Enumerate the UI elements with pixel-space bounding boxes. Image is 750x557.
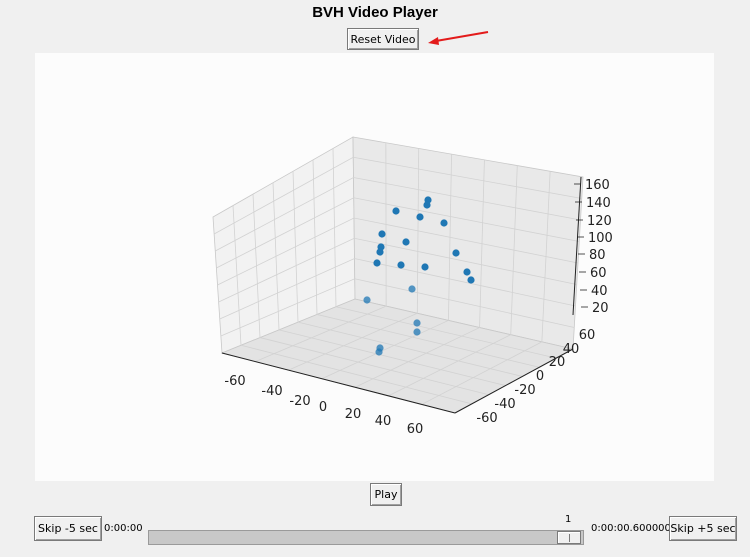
annotation-arrow-icon	[428, 31, 489, 45]
scatter-point	[363, 296, 371, 304]
z-tick-label: 80	[589, 248, 606, 263]
scatter-point	[463, 268, 471, 276]
scatter-point	[413, 319, 421, 327]
x-tick-label: 20	[345, 407, 362, 422]
y-tick-label: 0	[536, 369, 544, 384]
y-tick-label: -20	[514, 383, 535, 398]
plot-canvas[interactable]: -60 -40 -20 0 20 40 60 -60 -40 -20 0 20 40 60 20 40 60 80…	[35, 53, 714, 481]
scatter-point	[408, 285, 416, 293]
z-tick-label: 60	[590, 266, 607, 281]
scatter-point	[402, 238, 410, 246]
scatter-point	[378, 230, 386, 238]
window-title: BVH Video Player	[312, 4, 438, 21]
scatter-point	[467, 276, 475, 284]
z-tick-label: 20	[592, 301, 609, 316]
scatter-point	[376, 248, 384, 256]
play-button[interactable]: Play	[370, 483, 402, 506]
z-tick-label: 140	[586, 196, 611, 211]
x-tick-label: 0	[319, 400, 327, 415]
timeline-slider[interactable]	[148, 530, 584, 545]
scatter-point	[440, 219, 448, 227]
skip-back-button[interactable]: Skip -5 sec	[34, 516, 102, 541]
z-tick-label: 120	[587, 214, 612, 229]
reset-video-button[interactable]: Reset Video	[347, 28, 419, 50]
scatter-point	[375, 348, 383, 356]
scatter-point	[413, 328, 421, 336]
x-tick-label: -20	[289, 394, 310, 409]
z-tick-label: 160	[585, 178, 610, 193]
scatter-point	[416, 213, 424, 221]
scatter-point	[373, 259, 381, 267]
scatter-point	[452, 249, 460, 257]
y-tick-label: -60	[476, 411, 497, 426]
scatter-point	[397, 261, 405, 269]
axis-panes	[212, 136, 584, 414]
z-tick-label: 40	[591, 284, 608, 299]
y-tick-label: -40	[494, 397, 515, 412]
x-tick-label: 40	[375, 414, 392, 429]
time-end-label: 0:00:00.600000	[591, 523, 671, 534]
scatter-3d-plot: -60-40-20 0 20 4060-60-40-20020406020406080…	[212, 136, 613, 437]
x-tick-label: -40	[261, 384, 282, 399]
skip-forward-button[interactable]: Skip +5 sec	[669, 516, 737, 541]
scatter-point	[421, 263, 429, 271]
y-tick-label: 40	[563, 342, 580, 357]
y-tick-label: 20	[549, 355, 566, 370]
z-tick-label: 100	[588, 231, 613, 246]
y-tick-label: 60	[579, 328, 596, 343]
slider-value-label: 1	[565, 514, 572, 525]
time-start-label: 0:00:00	[104, 523, 143, 534]
slider-thumb[interactable]	[557, 531, 581, 544]
scatter-point	[423, 201, 431, 209]
x-tick-label: -60	[224, 374, 245, 389]
x-tick-label: 60	[407, 422, 424, 437]
scatter-point	[392, 207, 400, 215]
